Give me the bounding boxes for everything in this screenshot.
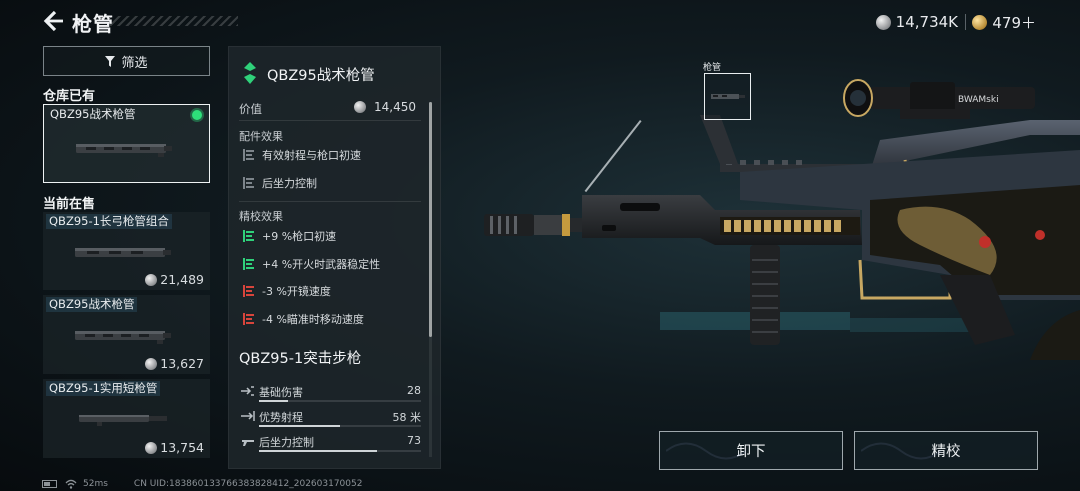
stat-bar-fill	[259, 400, 289, 402]
item-price: 13,754	[145, 440, 204, 455]
unequip-button[interactable]: 卸下	[659, 431, 843, 470]
effect-positive-icon	[243, 258, 254, 270]
value-amount: 14,450	[354, 100, 416, 114]
effect-text: 后坐力控制	[262, 177, 317, 190]
stat-row-recoil: 后坐力控制 73	[239, 434, 421, 458]
effect-neutral-icon	[243, 177, 254, 189]
item-price: 21,489	[145, 272, 204, 287]
effect-positive-icon	[243, 230, 254, 242]
rifle-model-image: BWAMski	[484, 79, 1080, 360]
effect-text: -4 %瞄准时移动速度	[262, 313, 364, 326]
stat-label: 基础伤害	[259, 386, 303, 399]
effect-text: -3 %开镜速度	[262, 285, 331, 298]
gold-currency[interactable]: 479＋	[972, 11, 1036, 33]
filter-icon	[105, 55, 116, 67]
weapon-name: QBZ95-1突击步枪	[239, 351, 362, 367]
refine-effect-row: -3 %开镜速度	[243, 283, 331, 299]
value-label: 价值	[239, 102, 262, 116]
stat-bar-fill	[259, 450, 378, 452]
barrel-slot-icon	[711, 94, 745, 99]
item-price-value: 13,754	[160, 440, 204, 455]
refine-effect-row: +4 %开火时武器稳定性	[243, 256, 380, 272]
barrel-image	[75, 248, 171, 257]
back-arrow-icon[interactable]	[40, 8, 66, 34]
button-pattern	[861, 442, 941, 460]
damage-icon	[241, 386, 254, 396]
scrollbar[interactable]	[429, 102, 432, 337]
silver-coin-icon	[145, 357, 158, 370]
sale-item-card[interactable]: QBZ95-1实用短枪管 13,754	[43, 379, 210, 458]
battery-icon	[42, 480, 57, 488]
barrel-image	[79, 415, 167, 426]
on-sale-section-title: 当前在售	[43, 197, 96, 212]
effect-negative-icon	[243, 313, 254, 325]
wifi-icon	[65, 479, 77, 489]
range-icon	[241, 411, 255, 421]
stat-row-range: 优势射程 58 米	[239, 409, 421, 433]
effect-text: +9 %枪口初速	[262, 230, 337, 243]
item-price-value: 21,489	[160, 272, 204, 287]
scope-text: BWAMski	[958, 95, 999, 105]
equipped-indicator	[192, 110, 202, 120]
barrel-slot[interactable]	[704, 73, 751, 120]
silver-currency[interactable]: 14,734K	[875, 11, 958, 33]
stat-label: 后坐力控制	[259, 436, 314, 449]
owned-section-title: 仓库已有	[43, 89, 96, 104]
barrel-image	[75, 331, 171, 344]
attachment-name: QBZ95战术枪管	[267, 68, 375, 84]
effect-neutral-icon	[243, 149, 254, 161]
silver-coin-icon	[354, 101, 366, 113]
divider	[239, 201, 421, 202]
silver-amount: 14,734K	[895, 13, 958, 31]
effect-text: +4 %开火时武器稳定性	[262, 258, 381, 271]
stat-value: 58 米	[392, 411, 422, 424]
sale-item-card[interactable]: QBZ95战术枪管 13,627	[43, 295, 210, 374]
ping-value: 52ms	[83, 479, 108, 489]
accessory-effects-title: 配件效果	[239, 130, 283, 143]
item-price-value: 13,627	[160, 356, 204, 371]
divider	[239, 120, 421, 121]
slot-label: 枪管	[703, 63, 722, 73]
barrel-image	[76, 144, 172, 157]
effect-text: 有效射程与枪口初速	[262, 149, 361, 162]
recoil-icon	[242, 440, 254, 446]
page-title: 枪管	[72, 12, 114, 36]
silver-coin-icon	[875, 14, 891, 30]
button-pattern	[666, 442, 746, 460]
attachment-detail-panel[interactable]: QBZ95战术枪管 价值 14,450 配件效果 有效射程与枪口初速 后坐力控制…	[228, 46, 441, 469]
item-name: QBZ95-1实用短枪管	[46, 381, 161, 396]
effect-negative-icon	[243, 285, 254, 297]
user-uid: CN UID:18386013376638382841​2_2026031700…	[133, 479, 363, 489]
title-decoration	[110, 16, 238, 26]
stat-label: 优势射程	[259, 411, 303, 424]
item-name: QBZ95-1长弓枪管组合	[46, 214, 172, 229]
stat-row-damage: 基础伤害 28	[239, 384, 421, 408]
refine-effect-row: -4 %瞄准时移动速度	[243, 311, 364, 327]
sale-item-card[interactable]: QBZ95-1长弓枪管组合 21,489	[43, 212, 210, 290]
filter-label: 筛选	[121, 55, 148, 71]
accessory-effect-row: 有效射程与枪口初速	[243, 147, 361, 163]
item-name: QBZ95战术枪管	[46, 297, 138, 312]
value-number: 14,450	[374, 100, 416, 114]
stat-value: 73	[407, 434, 421, 447]
gold-amount: 479＋	[992, 13, 1036, 32]
refine-button[interactable]: 精校	[854, 431, 1038, 470]
silver-coin-icon	[145, 273, 158, 286]
attachment-rarity-icon	[244, 62, 256, 84]
currency-divider	[965, 14, 966, 30]
silver-coin-icon	[145, 441, 158, 454]
gold-coin-icon	[972, 14, 988, 30]
accessory-effect-row: 后坐力控制	[243, 175, 317, 191]
stat-bar-fill	[259, 425, 340, 427]
stat-value: 28	[407, 384, 421, 397]
owned-item-card[interactable]: QBZ95战术枪管	[43, 104, 210, 183]
status-footer: 52ms CN UID:18386013376638382841​2_20260…	[42, 478, 362, 490]
refine-effect-row: +9 %枪口初速	[243, 228, 336, 244]
item-price: 13,627	[145, 356, 204, 371]
refine-effects-title: 精校效果	[239, 210, 283, 223]
filter-button[interactable]: 筛选	[43, 46, 210, 76]
item-name: QBZ95战术枪管	[50, 107, 136, 121]
